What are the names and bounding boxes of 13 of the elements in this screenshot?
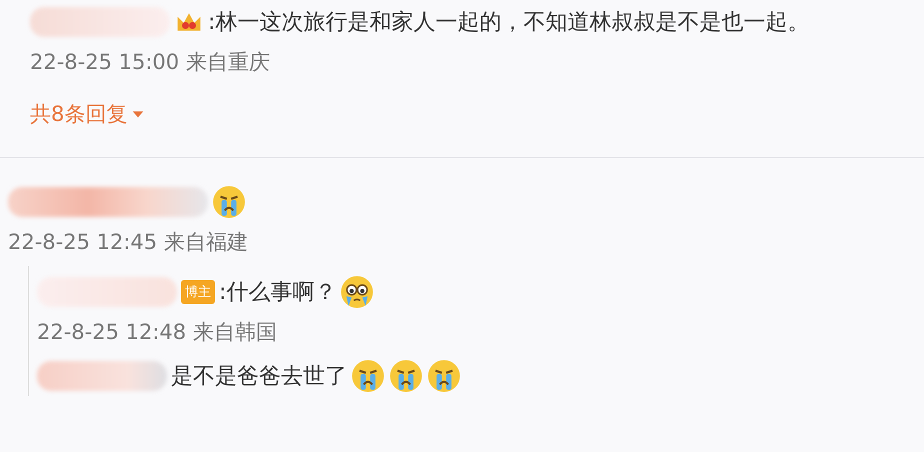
teary-face-icon [340,275,374,309]
author-badge: 博主 [181,280,215,304]
comment-text: :什么事啊？ [219,279,336,307]
replies-link[interactable]: 共8条回复 [30,100,146,128]
comment-text: 是不是爸爸去世了 [171,363,347,391]
timestamp: 22-8-25 12:45 来自福建 [8,229,249,256]
timestamp: 22-8-25 15:00 来自重庆 [30,49,271,76]
timestamp: 22-8-25 12:48 来自韩国 [37,319,278,346]
crying-face-icon [351,359,385,393]
comment-text: :林一这次旅行是和家人一起的，不知道林叔叔是不是也一起。 [208,9,810,37]
crying-face-icon [389,359,423,393]
crying-face-icon [427,359,461,393]
crying-face-icon [212,185,246,219]
